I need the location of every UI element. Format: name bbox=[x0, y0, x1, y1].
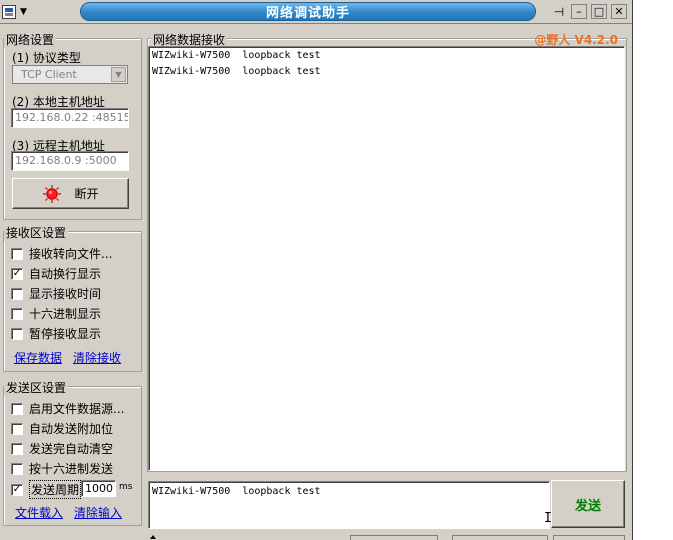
pin-icon[interactable]: ⊣ bbox=[551, 4, 567, 19]
checkbox-checked-icon[interactable]: ✓ bbox=[11, 483, 23, 496]
receive-option[interactable]: 接收转向文件... bbox=[11, 245, 112, 262]
close-button[interactable]: ✕ bbox=[611, 4, 627, 19]
receive-option[interactable]: ✓ 自动换行显示 bbox=[11, 265, 101, 282]
save-data-link[interactable]: 保存数据 bbox=[14, 349, 62, 366]
minimize-button[interactable]: – bbox=[571, 4, 587, 19]
status-receive-count bbox=[452, 535, 548, 540]
system-menu[interactable]: ▼ bbox=[2, 3, 42, 21]
chevron-down-icon[interactable]: ▼ bbox=[111, 67, 126, 82]
checkbox-icon[interactable] bbox=[11, 422, 23, 435]
send-option-label: 按十六进制发送 bbox=[29, 462, 114, 476]
local-address-field[interactable]: 192.168.0.22 :48515 bbox=[11, 108, 129, 128]
checkbox-icon[interactable] bbox=[11, 442, 23, 455]
dropdown-arrow-icon: ▼ bbox=[20, 7, 27, 17]
clear-receive-link[interactable]: 清除接收 bbox=[73, 349, 121, 366]
connection-status-icon bbox=[43, 184, 62, 203]
send-option-label: 自动发送附加位 bbox=[29, 422, 114, 436]
clear-input-link[interactable]: 清除输入 bbox=[74, 504, 122, 521]
receive-option-label: 显示接收时间 bbox=[29, 287, 102, 301]
send-option[interactable]: 按十六进制发送 bbox=[11, 460, 113, 477]
receive-textarea[interactable]: WIZwiki-W7500 loopback test WIZwiki-W750… bbox=[148, 46, 625, 471]
title-bar: ▼ 网络调试助手 ⊣ – □ ✕ bbox=[0, 0, 632, 24]
checkbox-icon[interactable] bbox=[11, 327, 23, 340]
protocol-label: (1) 协议类型 bbox=[12, 51, 81, 65]
checkbox-icon[interactable] bbox=[11, 402, 23, 415]
send-text: WIZwiki-W7500 loopback test bbox=[152, 486, 321, 497]
app-window: ▼ 网络调试助手 ⊣ – □ ✕ 网络设置 (1) 协议类型 TCP Clien… bbox=[0, 0, 633, 540]
send-option-label: 发送完自动清空 bbox=[29, 442, 114, 456]
status-send-count bbox=[350, 535, 438, 540]
send-option[interactable]: 自动发送附加位 bbox=[11, 420, 113, 437]
disconnect-button[interactable]: 断开 bbox=[12, 178, 129, 209]
receive-settings-title: 接收区设置 bbox=[4, 224, 69, 241]
protocol-select[interactable]: TCP Client ▼ bbox=[12, 65, 128, 84]
scroll-up-icon bbox=[150, 533, 156, 539]
send-period-unit: ms bbox=[119, 482, 133, 492]
receive-option-label: 十六进制显示 bbox=[29, 307, 102, 321]
send-option-label: 启用文件数据源... bbox=[29, 402, 125, 416]
receive-option[interactable]: 显示接收时间 bbox=[11, 285, 101, 302]
receive-option[interactable]: 十六进制显示 bbox=[11, 305, 101, 322]
checkbox-checked-icon[interactable]: ✓ bbox=[11, 267, 23, 280]
maximize-button[interactable]: □ bbox=[591, 4, 607, 19]
send-option[interactable]: ✓ 发送周期 bbox=[11, 480, 82, 499]
remote-address-field[interactable]: 192.168.0.9 :5000 bbox=[11, 151, 129, 171]
load-file-link[interactable]: 文件载入 bbox=[15, 504, 63, 521]
receive-option[interactable]: 暂停接收显示 bbox=[11, 325, 101, 342]
status-reset-button[interactable] bbox=[553, 535, 625, 540]
network-settings-title: 网络设置 bbox=[4, 31, 57, 48]
received-line: WIZwiki-W7500 loopback test bbox=[152, 50, 321, 61]
send-option-label: 发送周期 bbox=[29, 480, 82, 499]
send-option[interactable]: 发送完自动清空 bbox=[11, 440, 113, 457]
send-settings-title: 发送区设置 bbox=[4, 379, 69, 396]
send-button[interactable]: 发送 bbox=[551, 480, 625, 528]
window-title: 网络调试助手 bbox=[80, 2, 536, 21]
send-option[interactable]: 启用文件数据源... bbox=[11, 400, 124, 417]
send-period-field[interactable]: 1000 bbox=[81, 480, 116, 497]
checkbox-icon[interactable] bbox=[11, 462, 23, 475]
protocol-value: TCP Client bbox=[21, 68, 77, 81]
checkbox-icon[interactable] bbox=[11, 247, 23, 260]
send-textarea[interactable]: WIZwiki-W7500 loopback test bbox=[148, 481, 550, 529]
receive-option-label: 接收转向文件... bbox=[29, 247, 113, 261]
receive-option-label: 暂停接收显示 bbox=[29, 327, 102, 341]
receive-option-label: 自动换行显示 bbox=[29, 267, 102, 281]
disconnect-label: 断开 bbox=[74, 187, 99, 201]
received-line: WIZwiki-W7500 loopback test bbox=[152, 66, 321, 77]
checkbox-icon[interactable] bbox=[11, 307, 23, 320]
checkbox-icon[interactable] bbox=[11, 287, 23, 300]
app-icon bbox=[2, 5, 16, 19]
